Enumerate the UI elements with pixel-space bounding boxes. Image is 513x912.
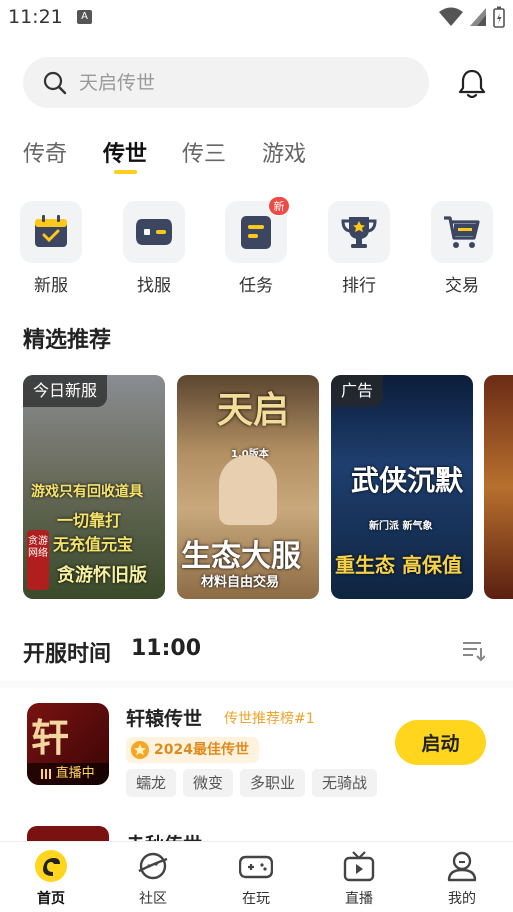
- nav-label: 在玩: [242, 891, 270, 907]
- card-footer-sub: 材料自由交易: [201, 575, 280, 590]
- quick-tile: [123, 201, 185, 263]
- status-bar: 11:21 A: [0, 0, 513, 34]
- nav-playing[interactable]: 在玩: [216, 842, 296, 912]
- quick-action-tasks[interactable]: 新 任务: [225, 196, 290, 296]
- new-badge: 新: [268, 196, 290, 216]
- game-tag: 微变: [183, 769, 234, 797]
- game-icon-text: 轩: [31, 716, 70, 760]
- launch-button[interactable]: 启动: [395, 720, 486, 765]
- nav-live[interactable]: 直播: [319, 842, 399, 912]
- search-input[interactable]: [79, 57, 399, 108]
- notification-icon: A: [77, 10, 92, 24]
- nav-label: 首页: [37, 891, 65, 907]
- quick-action-trade[interactable]: 交易: [431, 201, 493, 296]
- quick-action-ranking[interactable]: 排行: [328, 201, 390, 296]
- game-row[interactable]: 轩 直播中 轩辕传世 传世推荐榜#1 2024最佳传世 蠕龙 微变 多职业 无骑…: [0, 700, 513, 812]
- card-side-text: 贪游网络: [28, 536, 48, 559]
- live-badge: 直播中: [27, 763, 109, 785]
- task-list-icon: [241, 216, 271, 249]
- signal-icon: [470, 8, 486, 26]
- card-footer: 生态大服: [181, 539, 301, 574]
- card-footer: 重生态 高保值: [335, 553, 462, 577]
- active-tab-indicator: [114, 170, 137, 174]
- card-line: 无充值元宝: [53, 535, 134, 554]
- quick-tile: [431, 201, 493, 263]
- divider: [0, 681, 513, 688]
- quick-action-label: 排行: [342, 276, 376, 296]
- live-text: 直播中: [55, 766, 95, 781]
- controller-icon: [239, 855, 273, 879]
- card-title: 武侠沉默: [351, 464, 464, 497]
- user-icon: [447, 851, 477, 882]
- quick-action-label: 任务: [239, 276, 273, 296]
- game-tag: 多职业: [240, 769, 306, 797]
- game-icon[interactable]: 轩 直播中: [27, 703, 109, 785]
- card-side-badge: 贪游网络: [27, 530, 49, 590]
- live-bars-icon: [41, 768, 52, 779]
- nav-home[interactable]: 首页: [11, 842, 91, 912]
- next-game-icon[interactable]: [27, 826, 109, 842]
- award-text: 2024最佳传世: [154, 742, 249, 758]
- quick-action-new-server[interactable]: 新服: [20, 201, 82, 296]
- home-icon: [35, 850, 67, 882]
- featured-card-3[interactable]: 广告 武侠沉默 新门派 新气象 重生态 高保值: [331, 375, 473, 599]
- featured-card-2[interactable]: 天启 1.0版本 生态大服 材料自由交易: [177, 375, 319, 599]
- medal-icon: [131, 741, 149, 759]
- search-icon: [43, 71, 67, 95]
- tab-chuanshi[interactable]: 传世: [103, 136, 147, 168]
- featured-title: 精选推荐: [23, 328, 112, 353]
- game-tags: 蠕龙 微变 多职业 无骑战: [126, 769, 378, 797]
- game-tag: 蠕龙: [126, 769, 177, 797]
- tv-icon: [343, 851, 375, 882]
- nav-community[interactable]: 社区: [113, 842, 193, 912]
- card-line: 游戏只有回收道具: [31, 484, 143, 500]
- quick-action-label: 找服: [137, 276, 171, 296]
- quick-action-find-server[interactable]: 找服: [123, 201, 185, 296]
- card-tag: 今日新服: [23, 375, 108, 407]
- bottom-nav: 首页 社区 在玩 直播 我的: [0, 841, 513, 912]
- calendar-check-icon: [35, 215, 67, 247]
- battery-icon: [493, 6, 505, 28]
- quick-tile: [328, 201, 390, 263]
- gamepad-icon: [136, 219, 172, 245]
- game-rank[interactable]: 传世推荐榜#1: [224, 708, 315, 728]
- game-tag: 无骑战: [312, 769, 378, 797]
- open-server-title: 开服时间: [23, 642, 112, 667]
- tab-youxi[interactable]: 游戏: [262, 136, 306, 168]
- tab-chuanqi[interactable]: 传奇: [23, 136, 67, 168]
- status-icons: [439, 6, 505, 28]
- nav-label: 直播: [345, 891, 373, 907]
- quick-action-label: 交易: [445, 276, 479, 296]
- nav-profile[interactable]: 我的: [422, 842, 502, 912]
- cart-icon: [444, 216, 480, 248]
- quick-tile: 新: [225, 196, 290, 263]
- bell-icon[interactable]: [456, 68, 488, 100]
- nav-label: 社区: [139, 891, 167, 907]
- planet-icon: [138, 852, 168, 880]
- tab-chuansan[interactable]: 传三: [182, 136, 226, 168]
- quick-action-label: 新服: [34, 276, 68, 296]
- featured-card-4[interactable]: [484, 375, 513, 599]
- open-server-time: 11:00: [131, 636, 202, 661]
- wifi-icon: [439, 7, 463, 26]
- search-bar[interactable]: [23, 57, 429, 108]
- featured-card-1[interactable]: 今日新服 游戏只有回收道具 一切靠打 无充值元宝 贪游怀旧版 贪游网络: [23, 375, 165, 599]
- card-footer: 贪游怀旧版: [57, 565, 147, 586]
- nav-label: 我的: [448, 891, 476, 907]
- quick-tile: [20, 201, 82, 263]
- status-time: 11:21: [8, 6, 63, 28]
- card-tag: 广告: [331, 375, 384, 407]
- card-character-art: [219, 455, 277, 525]
- game-name: 轩辕传世: [126, 708, 203, 730]
- award-badge: 2024最佳传世: [126, 737, 259, 763]
- card-subtitle: 新门派 新气象: [369, 521, 433, 532]
- card-title: 天启: [217, 390, 290, 431]
- sort-list-icon[interactable]: [461, 640, 485, 662]
- trophy-icon: [341, 217, 377, 248]
- card-line: 一切靠打: [57, 511, 122, 530]
